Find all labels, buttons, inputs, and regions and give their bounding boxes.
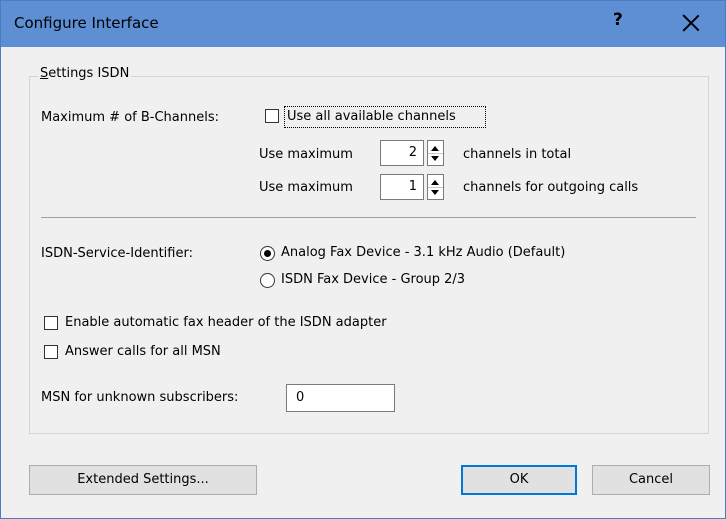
- cancel-button[interactable]: Cancel: [592, 465, 710, 495]
- msn-label: MSN for unknown subscribers:: [41, 390, 239, 405]
- separator: [41, 217, 696, 218]
- answer-all-msn-checkbox[interactable]: [44, 345, 58, 359]
- outgoing-channels-input[interactable]: 1: [380, 174, 424, 200]
- title-bar[interactable]: Configure Interface ?: [1, 1, 725, 47]
- total-suffix-label: channels in total: [463, 147, 572, 162]
- analog-fax-radio[interactable]: [260, 246, 275, 261]
- spin-up-icon[interactable]: [431, 180, 439, 185]
- use-all-channels-checkbox[interactable]: [265, 109, 279, 123]
- group-legend: Settings ISDN: [38, 66, 132, 81]
- analog-fax-label[interactable]: Analog Fax Device - 3.1 kHz Audio (Defau…: [281, 245, 565, 260]
- outgoing-suffix-label: channels for outgoing calls: [463, 180, 639, 195]
- spin-divider: [428, 153, 443, 154]
- msn-input[interactable]: 0: [286, 384, 395, 412]
- use-all-channels-label[interactable]: Use all available channels: [287, 109, 456, 124]
- help-button[interactable]: ?: [613, 10, 623, 30]
- extended-settings-button[interactable]: Extended Settings...: [29, 465, 257, 495]
- isdn-fax-label[interactable]: ISDN Fax Device - Group 2/3: [281, 272, 465, 287]
- spin-divider: [428, 187, 443, 188]
- spin-down-icon[interactable]: [431, 156, 439, 161]
- fax-header-checkbox[interactable]: [44, 316, 58, 330]
- outgoing-channels-spinner[interactable]: [427, 174, 444, 200]
- service-identifier-label: ISDN-Service-Identifier:: [41, 246, 193, 261]
- total-prefix-label: Use maximum: [259, 147, 353, 162]
- b-channels-label: Maximum # of B-Channels:: [41, 110, 220, 125]
- spin-up-icon[interactable]: [431, 146, 439, 151]
- total-channels-input[interactable]: 2: [380, 140, 424, 166]
- total-channels-spinner[interactable]: [427, 140, 444, 166]
- fax-header-label[interactable]: Enable automatic fax header of the ISDN …: [65, 315, 387, 330]
- outgoing-prefix-label: Use maximum: [259, 180, 353, 195]
- group-legend-rest: ettings ISDN: [48, 66, 130, 81]
- isdn-fax-radio[interactable]: [260, 273, 275, 288]
- window-title: Configure Interface: [14, 14, 159, 32]
- close-icon[interactable]: [681, 10, 701, 34]
- ok-button[interactable]: OK: [461, 465, 577, 495]
- answer-all-msn-label[interactable]: Answer calls for all MSN: [65, 344, 221, 359]
- spin-down-icon[interactable]: [431, 190, 439, 195]
